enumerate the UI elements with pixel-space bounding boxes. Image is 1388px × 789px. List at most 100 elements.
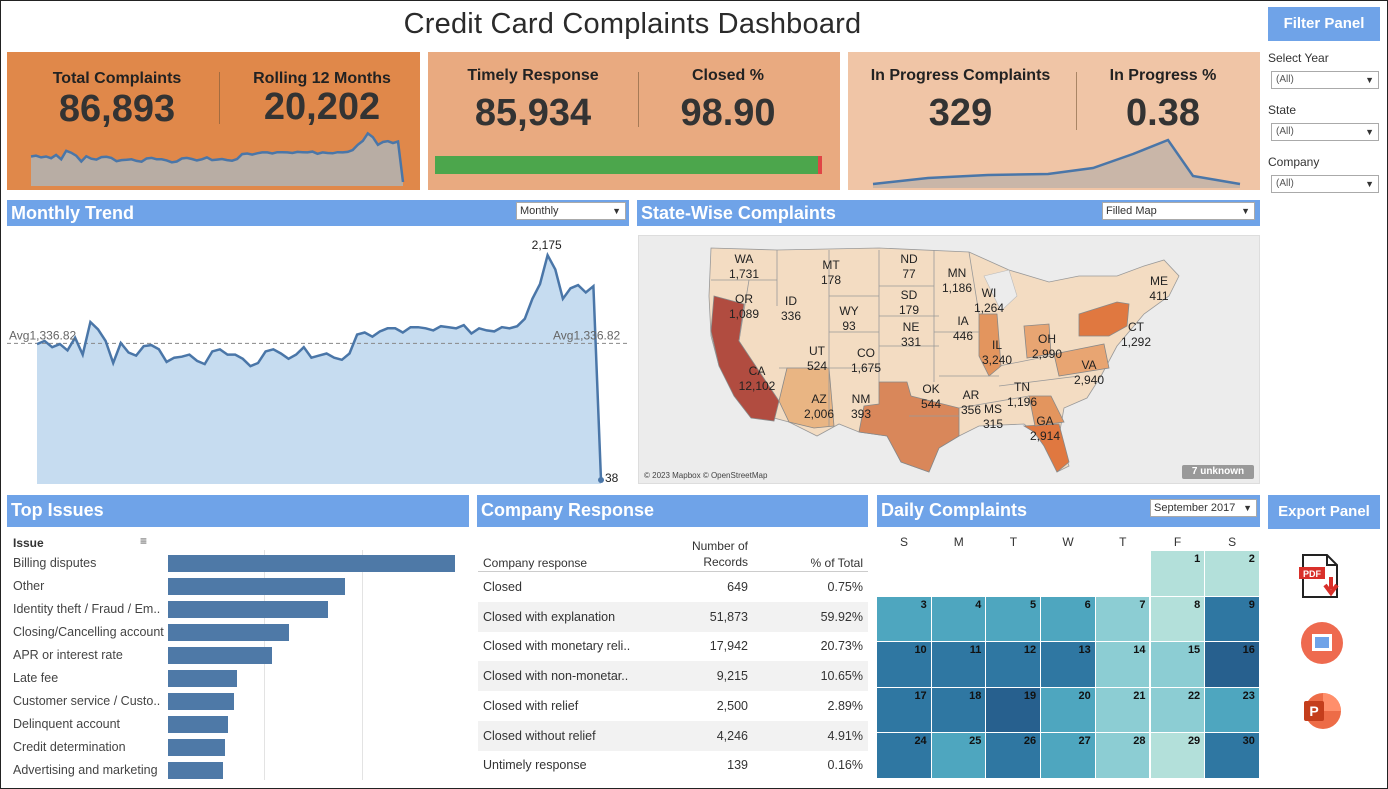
filter-company-value: (All) xyxy=(1276,178,1294,189)
calendar-day-cell[interactable]: 11 xyxy=(931,642,987,688)
calendar-day-cell[interactable]: 29 xyxy=(1150,733,1206,779)
table-row[interactable]: Closed with non-monetar.. 9,215 10.65% xyxy=(478,661,868,692)
calendar-day-cell[interactable]: 1 xyxy=(1150,551,1206,597)
calendar-day-cell[interactable]: 23 xyxy=(1205,687,1260,734)
calendar-empty-cell xyxy=(1095,551,1150,595)
calendar-day-cell[interactable]: 3 xyxy=(877,596,932,643)
calendar-day-cell[interactable]: 28 xyxy=(1095,733,1151,779)
calendar-day-cell[interactable]: 19 xyxy=(986,687,1042,734)
issue-label: Billing disputes xyxy=(13,556,97,570)
state-label-nm: NM 393 xyxy=(851,392,871,422)
calendar-empty-cell xyxy=(931,551,986,595)
table-row[interactable]: Closed with monetary reli.. 17,942 20.73% xyxy=(478,631,868,661)
daily-complaints-dropdown[interactable]: September 2017 ▼ xyxy=(1150,499,1257,517)
state-code: CO xyxy=(857,346,875,360)
calendar-day-cell[interactable]: 18 xyxy=(931,687,987,734)
col-number-records-1: Number of xyxy=(691,539,748,553)
calendar-day-cell[interactable]: 12 xyxy=(986,642,1042,688)
sort-icon[interactable]: ≡ xyxy=(140,534,147,548)
issue-bar[interactable] xyxy=(168,601,328,618)
state-value: 446 xyxy=(952,329,974,343)
issue-bar[interactable] xyxy=(168,647,272,664)
state-label-tn: TN 1,196 xyxy=(1007,380,1037,410)
state-map-dropdown[interactable]: Filled Map ▼ xyxy=(1102,202,1255,220)
issue-bar[interactable] xyxy=(168,578,345,595)
table-row[interactable]: Closed 649 0.75% xyxy=(478,572,868,602)
issue-bar[interactable] xyxy=(168,762,223,779)
unknown-badge[interactable]: 7 unknown xyxy=(1182,465,1254,479)
calendar-day-cell[interactable]: 27 xyxy=(1041,733,1096,779)
filter-year-label: Select Year xyxy=(1268,51,1329,65)
monthly-trend-dropdown[interactable]: Monthly ▼ xyxy=(516,202,626,220)
calendar-day-cell[interactable]: 4 xyxy=(931,596,987,643)
state-code: TN xyxy=(1014,380,1030,394)
table-row[interactable]: Untimely response 139 0.16% xyxy=(478,750,868,780)
kpi-total-value: 86,893 xyxy=(58,88,176,130)
calendar-empty-cell xyxy=(1041,551,1096,595)
table-row[interactable]: Closed without relief 4,246 4.91% xyxy=(478,720,868,751)
calendar-day-cell[interactable]: 8 xyxy=(1150,596,1206,643)
calendar-day-cell[interactable]: 15 xyxy=(1150,642,1206,688)
issue-bar[interactable] xyxy=(168,555,455,572)
issue-bar[interactable] xyxy=(168,739,225,756)
powerpoint-export-icon[interactable]: P xyxy=(1301,690,1343,732)
peak-label: 2,175 xyxy=(532,238,562,252)
state-code: AR xyxy=(962,388,980,402)
state-map[interactable]: WA 1,731 OR 1,089 ID 336 MT 178 ND 77 SD 179 MN 1,186… xyxy=(638,235,1260,484)
issue-bar[interactable] xyxy=(168,624,289,641)
issue-bar[interactable] xyxy=(168,716,228,733)
filter-state-select[interactable]: (All) ▼ xyxy=(1271,123,1379,141)
state-label-il: IL 3,240 xyxy=(982,338,1012,368)
filter-company-select[interactable]: (All) ▼ xyxy=(1271,175,1379,193)
state-code: IA xyxy=(957,314,969,328)
pdf-export-icon[interactable]: PDF xyxy=(1297,553,1347,599)
calendar-empty-cell xyxy=(877,551,931,595)
state-code: WI xyxy=(981,286,997,300)
calendar-day-cell[interactable]: 16 xyxy=(1205,642,1260,688)
calendar-day-cell[interactable]: 22 xyxy=(1150,687,1206,734)
calendar-day-cell[interactable]: 6 xyxy=(1041,596,1096,643)
response-records: 4,246 xyxy=(716,728,748,743)
kpi-rolling-value: 20,202 xyxy=(263,86,381,128)
state-value: 1,264 xyxy=(973,301,1005,315)
state-label-wa: WA 1,731 xyxy=(729,252,759,282)
issue-bar[interactable] xyxy=(168,670,237,687)
calendar-day-cell[interactable]: 9 xyxy=(1205,596,1260,643)
calendar-day-cell[interactable]: 25 xyxy=(931,733,987,779)
state-value: 331 xyxy=(900,335,922,349)
response-records: 17,942 xyxy=(709,639,748,654)
response-name: Closed without relief xyxy=(483,728,596,743)
export-panel-button[interactable]: Export Panel xyxy=(1268,495,1380,529)
table-row[interactable]: Closed with explanation 51,873 59.92% xyxy=(478,601,868,632)
calendar-day-cell[interactable]: 5 xyxy=(986,596,1042,643)
state-code: WA xyxy=(734,252,754,266)
calendar-day-cell[interactable]: 10 xyxy=(877,642,932,688)
calendar-day-cell[interactable]: 14 xyxy=(1095,642,1151,688)
calendar-day-cell[interactable]: 13 xyxy=(1041,642,1096,688)
image-export-icon[interactable] xyxy=(1301,622,1343,664)
calendar-day-cell[interactable]: 21 xyxy=(1095,687,1151,734)
calendar-day-cell[interactable]: 30 xyxy=(1205,733,1260,779)
filter-year-select[interactable]: (All) ▼ xyxy=(1271,71,1379,89)
filter-panel-button[interactable]: Filter Panel xyxy=(1268,7,1380,41)
state-value: 1,731 xyxy=(728,267,760,281)
svg-text:PDF: PDF xyxy=(1303,569,1322,579)
calendar-day-cell[interactable]: 17 xyxy=(877,687,932,734)
response-name: Closed with relief xyxy=(483,698,579,713)
state-label-nd: ND 77 xyxy=(900,252,917,282)
calendar-day-cell[interactable]: 7 xyxy=(1095,596,1151,643)
state-label-oh: OH 2,990 xyxy=(1032,332,1062,362)
calendar-day-cell[interactable]: 26 xyxy=(986,733,1042,779)
response-pct: 59.92% xyxy=(820,609,863,624)
issue-bar[interactable] xyxy=(168,693,234,710)
state-code: OR xyxy=(735,292,753,306)
calendar-day-cell[interactable]: 24 xyxy=(877,733,932,779)
table-row[interactable]: Closed with relief 2,500 2.89% xyxy=(478,691,868,721)
calendar-day-cell[interactable]: 2 xyxy=(1205,551,1260,597)
state-value: 77 xyxy=(902,267,916,281)
weekday-label: W xyxy=(1062,535,1074,549)
state-label-sd: SD 179 xyxy=(899,288,919,318)
state-value: 1,675 xyxy=(850,361,882,375)
issues-gridline xyxy=(362,550,363,780)
calendar-day-cell[interactable]: 20 xyxy=(1041,687,1096,734)
